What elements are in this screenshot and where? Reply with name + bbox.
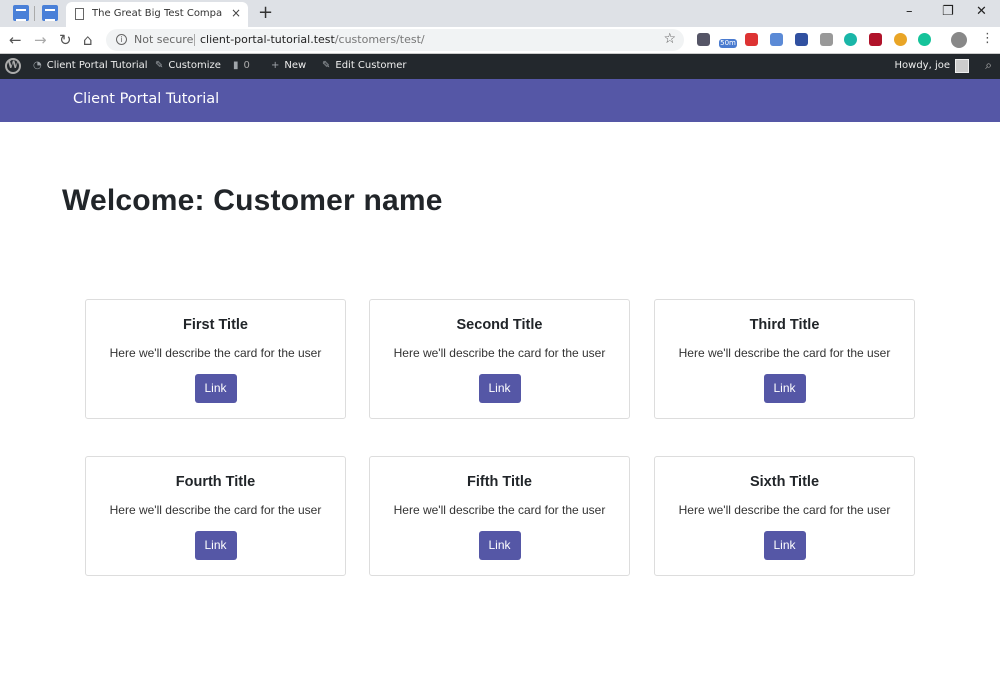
- card: Sixth Title Here we'll describe the card…: [654, 456, 915, 576]
- card-text: Here we'll describe the card for the use…: [678, 503, 891, 517]
- admin-customize-label: Customize: [168, 60, 221, 71]
- admin-comments-link[interactable]: ▮ 0: [233, 60, 250, 71]
- wordpress-logo-icon[interactable]: W: [5, 58, 21, 74]
- restore-button[interactable]: ❐: [942, 4, 954, 19]
- minimize-button[interactable]: –: [906, 4, 913, 19]
- card-text: Here we'll describe the card for the use…: [109, 503, 322, 517]
- admin-customize-link[interactable]: ✎ Customize: [155, 60, 221, 71]
- grammarly-extension-icon[interactable]: [918, 33, 931, 46]
- admin-edit-link[interactable]: ✎ Edit Customer: [322, 60, 407, 71]
- extension-icon[interactable]: [770, 33, 783, 46]
- card: Fourth Title Here we'll describe the car…: [85, 456, 346, 576]
- browser-toolbar: ← → ↻ ⌂ i Not secure client-portal-tutor…: [0, 27, 1000, 54]
- info-icon[interactable]: i: [116, 34, 127, 45]
- paint-extension-icon[interactable]: [745, 33, 758, 46]
- card-link-button[interactable]: Link: [763, 531, 806, 560]
- card: First Title Here we'll describe the card…: [85, 299, 346, 419]
- address-bar[interactable]: i Not secure client-portal-tutorial.test…: [106, 29, 684, 51]
- admin-greeting[interactable]: Howdy, joe: [895, 60, 951, 71]
- card-title: Sixth Title: [749, 474, 820, 490]
- card-link-button[interactable]: Link: [478, 374, 521, 403]
- security-label: Not secure: [134, 33, 194, 46]
- card-title: Third Title: [749, 317, 820, 333]
- admin-site-link[interactable]: ◔ Client Portal Tutorial: [33, 60, 148, 71]
- url-text[interactable]: client-portal-tutorial.test/customers/te…: [200, 33, 425, 46]
- card-text: Here we'll describe the card for the use…: [393, 503, 606, 517]
- bookmark-star-icon[interactable]: ☆: [663, 31, 676, 47]
- comments-count: 0: [243, 60, 250, 71]
- card-title: Fifth Title: [467, 474, 532, 490]
- card-link-button[interactable]: Link: [194, 374, 237, 403]
- card: Second Title Here we'll describe the car…: [369, 299, 630, 419]
- card: Fifth Title Here we'll describe the card…: [369, 456, 630, 576]
- admin-new-link[interactable]: + New: [271, 60, 306, 71]
- reload-icon[interactable]: ↻: [59, 31, 72, 49]
- omnibox-divider: [194, 34, 195, 46]
- camera-extension-icon[interactable]: [820, 33, 833, 46]
- menu-kebab-icon[interactable]: ⋮: [981, 31, 994, 46]
- profile-avatar-icon[interactable]: [951, 32, 967, 48]
- extension-icon[interactable]: [894, 33, 907, 46]
- plus-icon: +: [271, 60, 280, 71]
- extension-icon[interactable]: [795, 33, 808, 46]
- timer-extension-icon[interactable]: 50m: [719, 39, 737, 48]
- new-tab-button[interactable]: +: [258, 2, 273, 23]
- pencil-icon: ✎: [322, 60, 331, 71]
- card-text: Here we'll describe the card for the use…: [109, 346, 322, 360]
- card-text: Here we'll describe the card for the use…: [678, 346, 891, 360]
- tab-title: The Great Big Test Company – Cl: [92, 8, 222, 19]
- back-icon[interactable]: ←: [9, 31, 22, 49]
- active-tab[interactable]: The Great Big Test Company – Cl ×: [66, 2, 248, 27]
- wp-admin-bar: W ◔ Client Portal Tutorial ✎ Customize ▮ 0 …: [0, 54, 1000, 79]
- card: Third Title Here we'll describe the card…: [654, 299, 915, 419]
- card-title: Fourth Title: [175, 474, 256, 490]
- card-title: First Title: [183, 317, 248, 333]
- url-path: /customers/test/: [334, 33, 425, 46]
- home-icon[interactable]: ⌂: [83, 31, 93, 49]
- pinned-tab-docs-icon[interactable]: [13, 5, 29, 21]
- url-host: client-portal-tutorial.test: [200, 33, 335, 46]
- site-header: Client Portal Tutorial: [0, 79, 1000, 122]
- dashboard-icon: ◔: [33, 60, 42, 71]
- pinned-tab-divider: [34, 6, 35, 21]
- admin-new-label: New: [284, 60, 307, 71]
- admin-site-label: Client Portal Tutorial: [46, 60, 148, 71]
- browser-tab-bar: The Great Big Test Company – Cl × + – ❐ …: [0, 0, 1000, 27]
- search-icon[interactable]: ⌕: [985, 58, 992, 73]
- forward-icon[interactable]: →: [34, 31, 47, 49]
- card-link-button[interactable]: Link: [478, 531, 521, 560]
- close-window-button[interactable]: ✕: [976, 4, 987, 19]
- card-text: Here we'll describe the card for the use…: [393, 346, 606, 360]
- extension-icon[interactable]: [844, 33, 857, 46]
- brush-icon: ✎: [155, 60, 164, 71]
- user-avatar[interactable]: [955, 59, 969, 73]
- card-link-button[interactable]: Link: [763, 374, 806, 403]
- page-icon: [75, 8, 84, 20]
- card-link-button[interactable]: Link: [194, 531, 237, 560]
- admin-edit-label: Edit Customer: [335, 60, 407, 71]
- tab-close-icon[interactable]: ×: [231, 6, 241, 20]
- ublock-extension-icon[interactable]: [869, 33, 882, 46]
- pinned-tab-docs-icon[interactable]: [42, 5, 58, 21]
- page-title: Welcome: Customer name: [62, 184, 443, 217]
- card-title: Second Title: [456, 317, 543, 333]
- eyedropper-extension-icon[interactable]: [697, 33, 710, 46]
- site-title[interactable]: Client Portal Tutorial: [73, 91, 219, 107]
- comment-icon: ▮: [233, 60, 239, 71]
